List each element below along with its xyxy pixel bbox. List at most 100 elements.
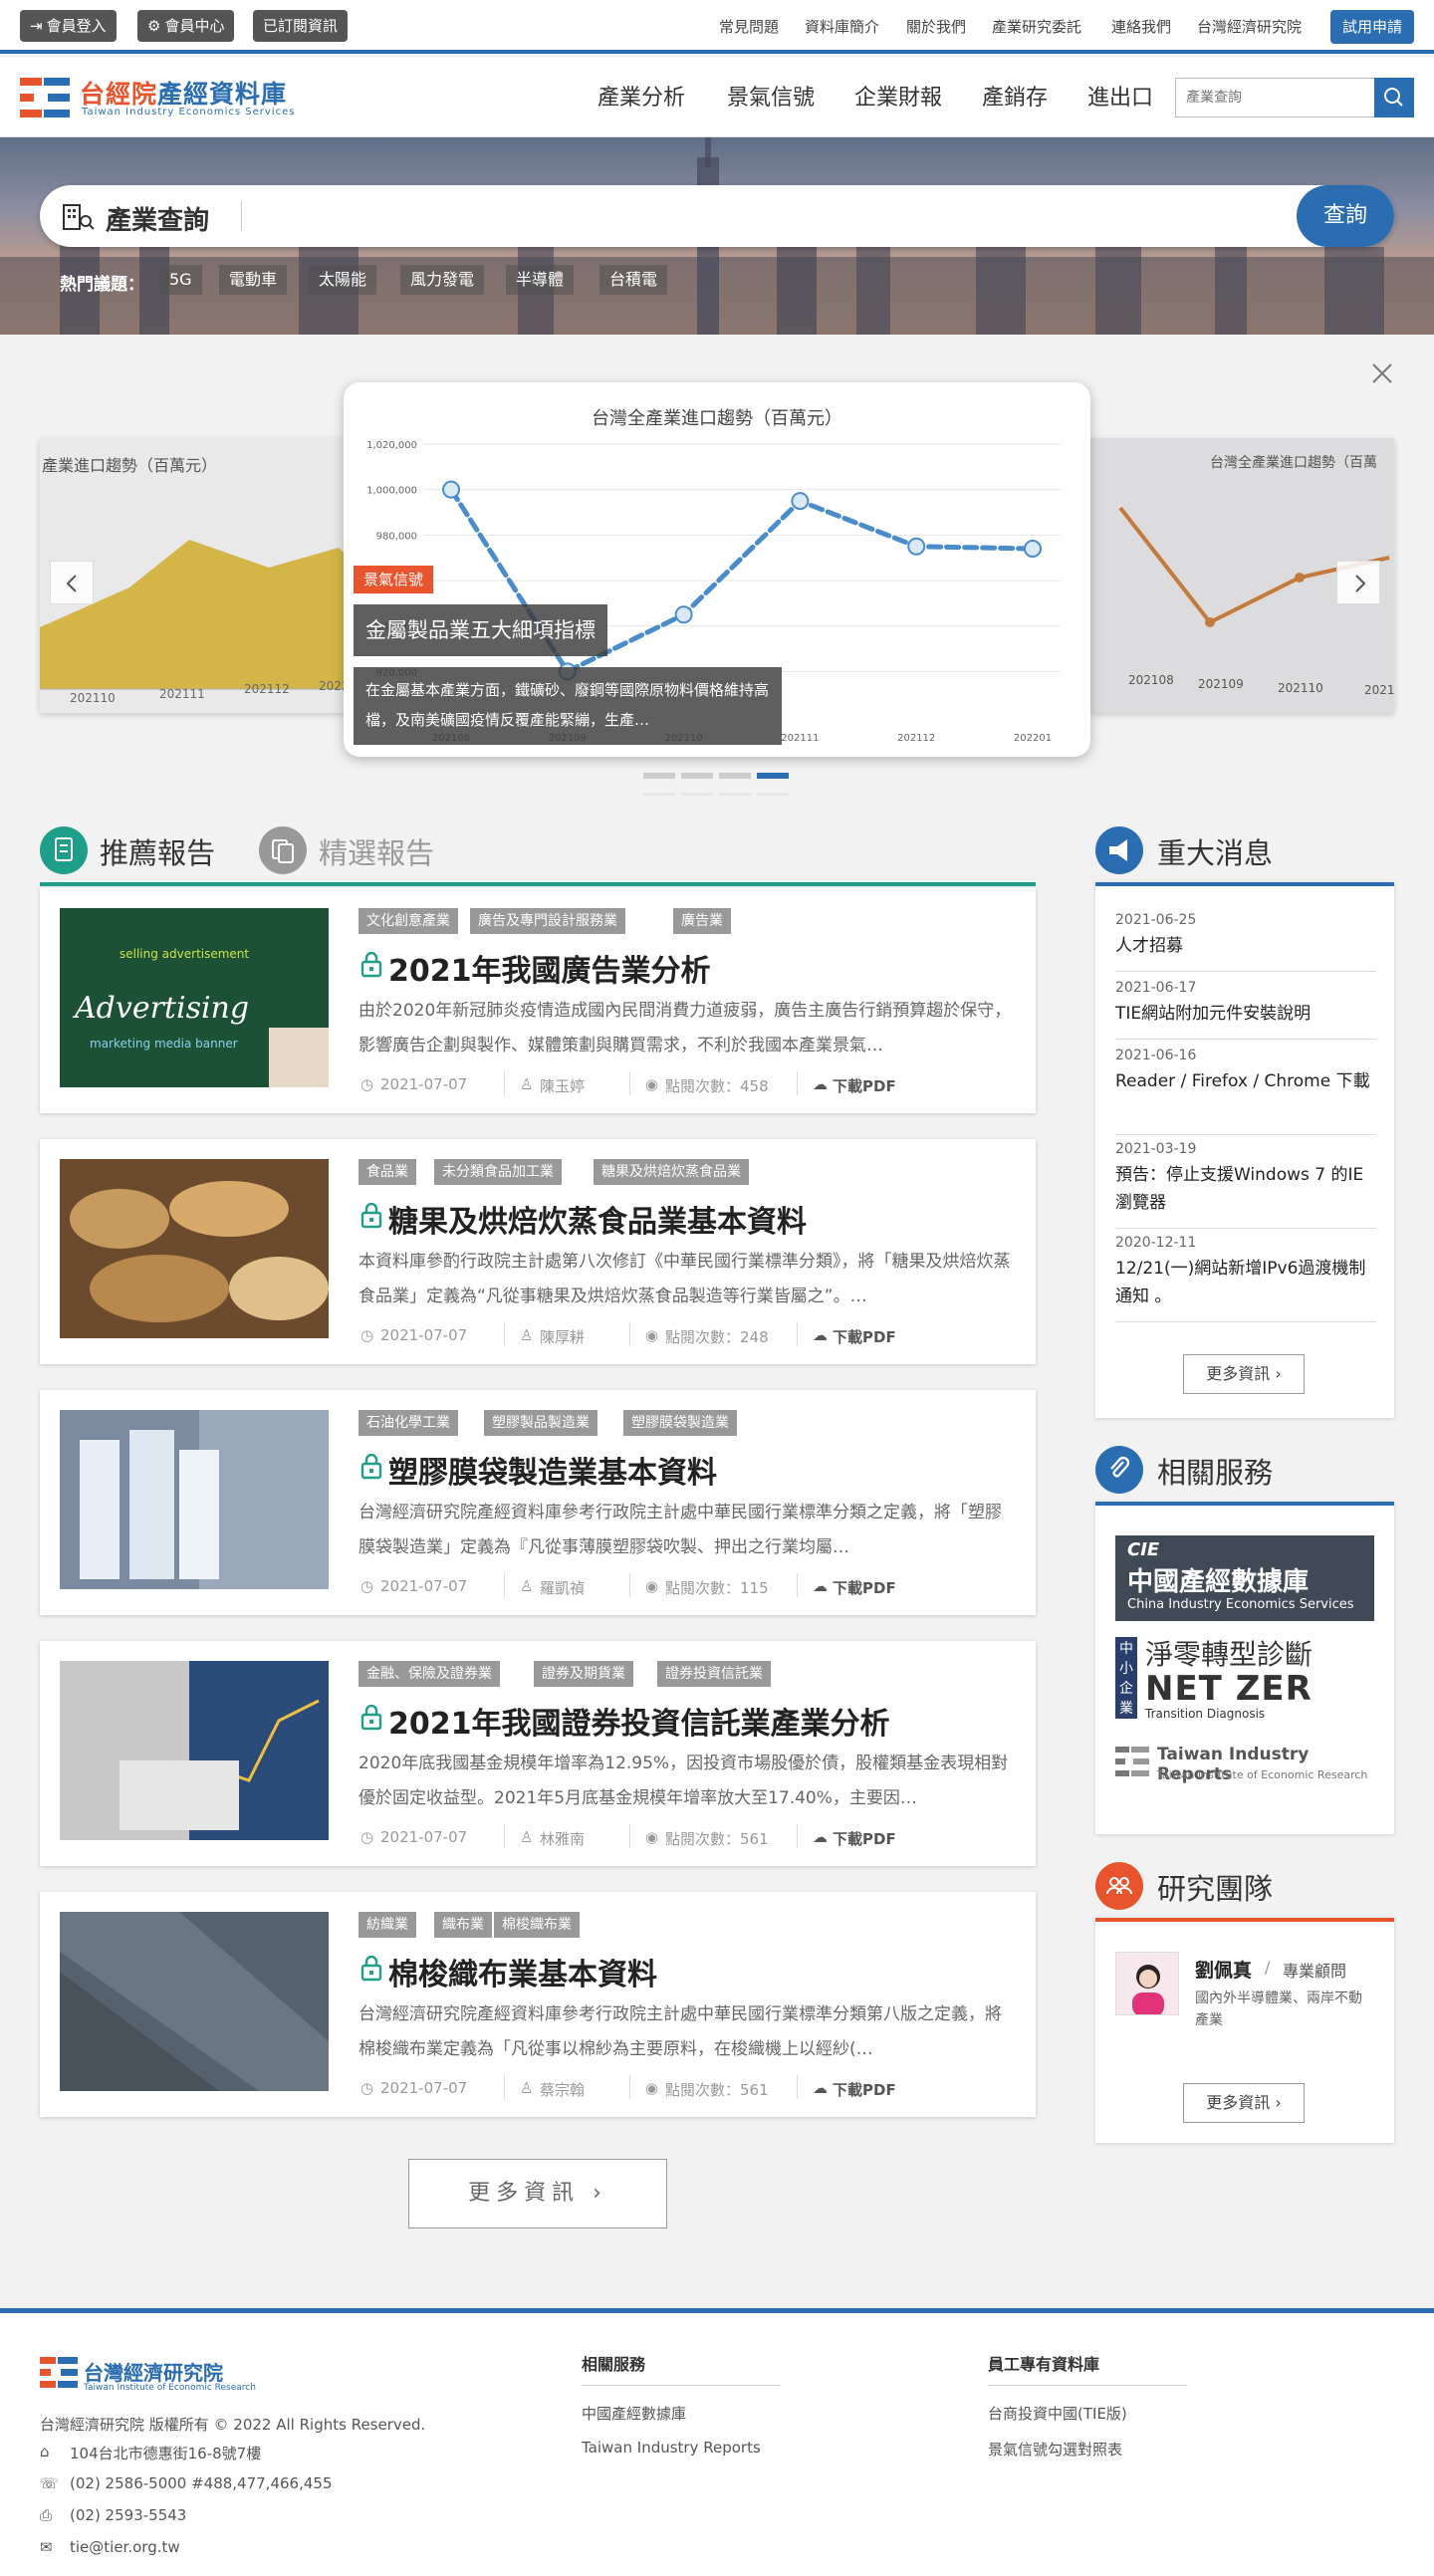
carousel-next-button[interactable] xyxy=(1336,561,1380,604)
footer-logo-icon[interactable] xyxy=(40,2357,78,2389)
report-tag[interactable]: 文化創意產業 xyxy=(358,908,458,934)
footer-link-tir[interactable]: Taiwan Industry Reports xyxy=(582,2439,761,2457)
research-commission-link[interactable]: 產業研究委託 xyxy=(992,16,1081,37)
more-reports-button[interactable]: 更多資訊 › xyxy=(408,2159,667,2228)
report-card[interactable]: 食品業 未分類食品加工業 糖果及烘焙炊蒸食品業 糖果及烘焙炊蒸食品業基本資料 本… xyxy=(40,1139,1036,1364)
download-pdf-link[interactable]: 下載PDF xyxy=(833,1326,896,1347)
avatar[interactable] xyxy=(1115,1952,1179,2015)
news-more-button[interactable]: 更多資訊 › xyxy=(1183,1354,1305,1394)
next-x-label: 202108 xyxy=(1128,673,1174,687)
report-tag[interactable]: 塑膠膜袋製造業 xyxy=(623,1410,737,1436)
clock-icon: ◷ xyxy=(360,2079,374,2097)
report-thumbnail[interactable] xyxy=(60,1661,329,1840)
trial-button[interactable]: 試用申請 xyxy=(1330,10,1414,44)
data-point xyxy=(907,537,926,556)
nav-industry-analysis[interactable]: 產業分析 xyxy=(598,80,685,112)
nav-financial-reports[interactable]: 企業財報 xyxy=(854,80,942,112)
slide-category-tag[interactable]: 景氣信號 xyxy=(354,566,434,593)
tier-link[interactable]: 台灣經濟研究院 xyxy=(1197,16,1302,37)
header-search-button[interactable] xyxy=(1374,78,1414,117)
carousel-prev-button[interactable] xyxy=(50,561,94,604)
news-item[interactable]: 2020-12-11 12/21(一)網站新增IPv6過渡機制通知 。 xyxy=(1115,1233,1376,1322)
logo-icon[interactable] xyxy=(18,76,74,119)
report-title[interactable]: 2021年我國廣告業分析 xyxy=(388,946,711,990)
report-date: 2021-07-07 xyxy=(380,1828,468,1846)
team-icon xyxy=(1095,1862,1143,1910)
hot-tag-solar[interactable]: 太陽能 xyxy=(309,265,377,295)
taiwan-industry-reports-banner[interactable]: Taiwan Industry Reports Taiwan Institute… xyxy=(1115,1741,1374,1790)
nav-business-signal[interactable]: 景氣信號 xyxy=(727,80,815,112)
header-search-input[interactable] xyxy=(1176,79,1375,117)
news-item[interactable]: 2021-03-19 預告：停止支援Windows 7 的IE瀏覽器 xyxy=(1115,1139,1376,1229)
report-tag[interactable]: 糖果及烘焙炊蒸食品業 xyxy=(594,1159,749,1185)
footer-email[interactable]: tie@tier.org.tw xyxy=(70,2538,180,2556)
tab-featured-reports[interactable]: 精選報告 xyxy=(319,830,434,872)
report-title[interactable]: 塑膠膜袋製造業基本資料 xyxy=(388,1448,717,1492)
subscribed-button[interactable]: 已訂閱資訊 xyxy=(253,10,349,42)
team-more-button[interactable]: 更多資訊 › xyxy=(1183,2083,1305,2123)
report-tag[interactable]: 金融、保險及證券業 xyxy=(358,1661,500,1687)
industry-search-label: 產業查詢 xyxy=(106,206,210,236)
report-tag[interactable]: 紡織業 xyxy=(358,1912,416,1938)
report-title[interactable]: 棉梭織布業基本資料 xyxy=(388,1950,657,1993)
next-x-label: 202109 xyxy=(1198,677,1244,691)
report-card[interactable]: 紡織業 織布業 棉梭織布業 棉梭織布業基本資料 台灣經濟研究院產經資料庫參考行政… xyxy=(40,1892,1036,2117)
download-pdf-link[interactable]: 下載PDF xyxy=(833,1577,896,1598)
report-title[interactable]: 糖果及烘焙炊蒸食品業基本資料 xyxy=(388,1197,807,1241)
report-card[interactable]: 石油化學工業 塑膠製品製造業 塑膠膜袋製造業 塑膠膜袋製造業基本資料 台灣經濟研… xyxy=(40,1390,1036,1615)
close-icon[interactable] xyxy=(1370,361,1394,385)
about-link[interactable]: 關於我們 xyxy=(906,16,966,37)
news-item[interactable]: 2021-06-17 TIE網站附加元件安裝說明 xyxy=(1115,978,1376,1040)
download-pdf-link[interactable]: 下載PDF xyxy=(833,1828,896,1849)
nav-production-sales[interactable]: 產銷存 xyxy=(982,80,1048,112)
report-tag[interactable]: 食品業 xyxy=(358,1159,416,1185)
footer-link-signal-table[interactable]: 景氣信號勾選對照表 xyxy=(988,2439,1122,2459)
report-tag[interactable]: 塑膠製品製造業 xyxy=(484,1410,598,1436)
carousel-dot[interactable] xyxy=(681,773,713,779)
footer-link-cie[interactable]: 中國產經數據庫 xyxy=(582,2403,686,2424)
faq-link[interactable]: 常見問題 xyxy=(719,16,779,37)
report-thumbnail[interactable] xyxy=(60,1159,329,1338)
news-item[interactable]: 2021-06-16 Reader / Firefox / Chrome 下載 xyxy=(1115,1046,1376,1135)
report-tag[interactable]: 廣告業 xyxy=(673,908,731,934)
tab-recommend-reports[interactable]: 推薦報告 xyxy=(100,830,215,872)
net-zero-banner[interactable]: 中小企業 淨零轉型診斷 NET ZER Transition Diagnosis xyxy=(1115,1633,1374,1723)
report-card[interactable]: Advertising selling advertisement market… xyxy=(40,888,1036,1113)
login-button[interactable]: ⇥ 會員登入 xyxy=(20,10,117,42)
report-tag[interactable]: 證券及期貨業 xyxy=(534,1661,633,1687)
carousel-dot[interactable] xyxy=(643,773,675,779)
report-thumbnail[interactable]: Advertising selling advertisement market… xyxy=(60,908,329,1087)
hot-tag-ev[interactable]: 電動車 xyxy=(219,265,288,295)
report-tag[interactable]: 廣告及專門設計服務業 xyxy=(470,908,625,934)
report-thumbnail[interactable] xyxy=(60,1410,329,1589)
team-member-name[interactable]: 劉佩真 xyxy=(1195,1956,1252,1983)
industry-search-button[interactable]: 查詢 xyxy=(1297,185,1394,247)
report-tag[interactable]: 證券投資信託業 xyxy=(657,1661,771,1687)
download-pdf-link[interactable]: 下載PDF xyxy=(833,1075,896,1096)
logo-text[interactable]: 台經院產經資料庫 xyxy=(80,75,287,111)
member-center-button[interactable]: ⚙ 會員中心 xyxy=(137,10,235,42)
nav-import-export[interactable]: 進出口 xyxy=(1087,80,1153,112)
lock-icon xyxy=(360,1203,382,1229)
carousel-dot[interactable] xyxy=(719,773,751,779)
report-card[interactable]: 金融、保險及證券業 證券及期貨業 證券投資信託業 2021年我國證券投資信託業產… xyxy=(40,1641,1036,1866)
industry-search-input[interactable] xyxy=(255,195,1251,237)
report-title[interactable]: 2021年我國證券投資信託業產業分析 xyxy=(388,1699,890,1743)
carousel-dot-active[interactable] xyxy=(757,773,789,779)
report-tag[interactable]: 未分類食品加工業 xyxy=(434,1159,562,1185)
report-tag[interactable]: 石油化學工業 xyxy=(358,1410,458,1436)
footer-link-tie[interactable]: 台商投資中國(TIE版) xyxy=(988,2403,1127,2424)
hot-tag-tsmc[interactable]: 台積電 xyxy=(599,265,668,295)
hot-tag-5g[interactable]: 5G xyxy=(159,265,202,295)
report-thumbnail[interactable] xyxy=(60,1912,329,2091)
download-pdf-link[interactable]: 下載PDF xyxy=(833,2079,896,2100)
cie-database-banner[interactable]: CIE 中國產經數據庫 China Industry Economics Ser… xyxy=(1115,1535,1374,1621)
contact-link[interactable]: 連絡我們 xyxy=(1111,16,1171,37)
report-tag[interactable]: 棉梭織布業 xyxy=(494,1912,580,1938)
hot-tag-wind[interactable]: 風力發電 xyxy=(400,265,485,295)
db-intro-link[interactable]: 資料庫簡介 xyxy=(805,16,879,37)
slide-title[interactable]: 金屬製品業五大細項指標 xyxy=(354,604,607,656)
hot-tag-semiconductor[interactable]: 半導體 xyxy=(506,265,575,295)
report-tag[interactable]: 織布業 xyxy=(434,1912,492,1938)
news-item[interactable]: 2021-06-25 人才招募 xyxy=(1115,910,1376,972)
